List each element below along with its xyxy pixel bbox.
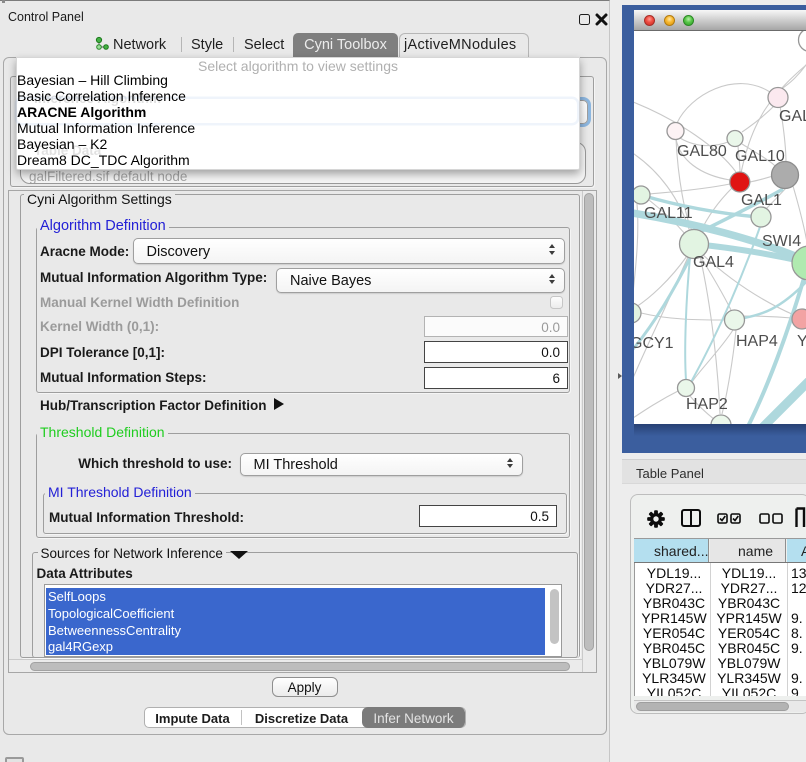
svg-text:HAP4: HAP4 xyxy=(736,333,778,350)
svg-text:GCY1: GCY1 xyxy=(634,335,674,352)
svg-text:SWI4: SWI4 xyxy=(762,233,801,250)
svg-text:GAL80: GAL80 xyxy=(677,143,727,160)
svg-text:GAL11: GAL11 xyxy=(644,205,693,222)
svg-text:GAL1: GAL1 xyxy=(741,192,782,209)
svg-text:YJ: YJ xyxy=(797,333,806,350)
svg-text:HAP2: HAP2 xyxy=(686,396,728,413)
svg-text:GAL10: GAL10 xyxy=(735,148,785,165)
svg-text:GAL4: GAL4 xyxy=(693,254,734,271)
svg-text:GAL2: GAL2 xyxy=(779,108,806,125)
